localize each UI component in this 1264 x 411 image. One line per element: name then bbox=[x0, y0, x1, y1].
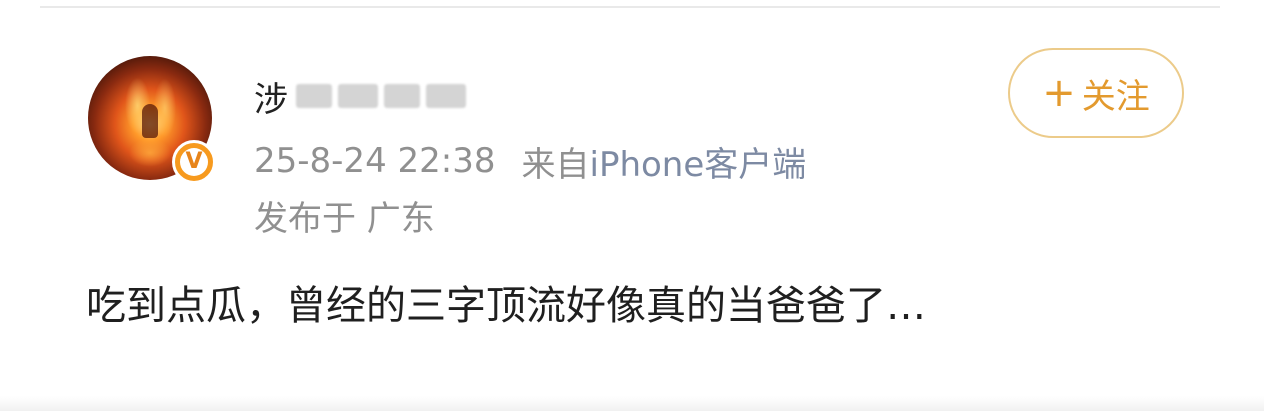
post-location: 发布于 广东 bbox=[254, 198, 435, 239]
weibo-post-card: V 涉 25-8-24 22:38 来自 iPhone客户端 发布于 广东 + … bbox=[0, 0, 1264, 411]
follow-label: 关注 bbox=[1081, 76, 1150, 117]
follow-button[interactable]: + 关注 bbox=[1008, 48, 1184, 138]
top-divider bbox=[40, 6, 1220, 8]
author-name-redacted bbox=[296, 84, 332, 108]
plus-icon: + bbox=[1042, 70, 1076, 116]
author-name-redacted bbox=[338, 84, 378, 108]
verified-v-icon: V bbox=[172, 140, 216, 184]
author-name-redacted bbox=[384, 84, 420, 108]
post-meta: 25-8-24 22:38 来自 iPhone客户端 bbox=[254, 137, 807, 186]
verified-v-glyph: V bbox=[180, 148, 208, 176]
avatar-figure bbox=[142, 104, 158, 138]
bottom-divider bbox=[0, 396, 1264, 411]
source-prefix: 来自 bbox=[521, 144, 590, 185]
post-source[interactable]: iPhone客户端 bbox=[590, 137, 807, 186]
author-name-redacted bbox=[426, 84, 466, 108]
post-timestamp: 25-8-24 22:38 bbox=[254, 141, 496, 181]
author-name[interactable]: 涉 bbox=[254, 78, 466, 120]
author-name-visible: 涉 bbox=[254, 79, 290, 120]
post-body-text: 吃到点瓜，曾经的三字顶流好像真的当爸爸了… bbox=[86, 283, 926, 329]
